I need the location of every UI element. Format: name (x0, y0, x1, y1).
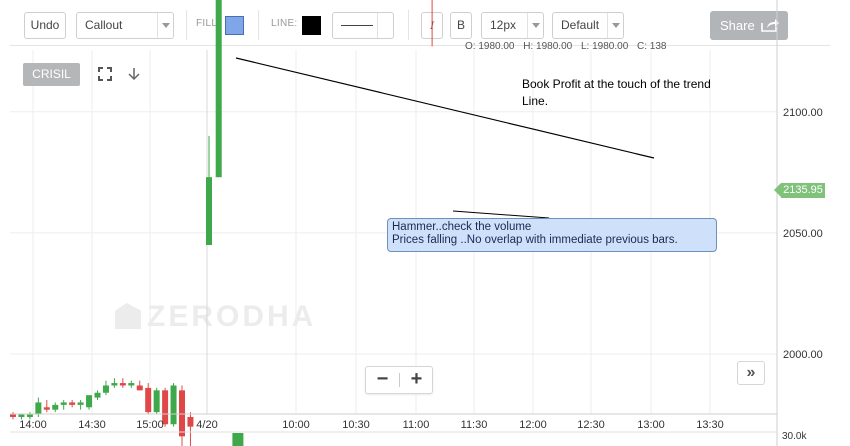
time-tick-label: 15:00 (136, 419, 164, 431)
zoom-control: − + (365, 366, 433, 394)
time-tick-label: 14:00 (19, 419, 47, 431)
price-tick-label: 2100.00 (783, 107, 823, 119)
candle (215, 0, 222, 178)
chart-grid (10, 50, 777, 414)
scroll-forward-button[interactable]: » (737, 361, 765, 385)
candle (170, 385, 177, 425)
candle (10, 414, 16, 417)
trend-note-line2: Line. (522, 94, 549, 108)
candle (153, 390, 160, 413)
candle (102, 385, 109, 393)
trend-note[interactable]: Book Profit at the touch of the trend Li… (522, 76, 711, 110)
callout-line1: Hammer..check the volume (392, 221, 532, 233)
candle (52, 404, 59, 410)
volume-bar (232, 433, 244, 446)
candle (119, 383, 126, 386)
time-tick-label: 13:00 (637, 419, 665, 431)
time-tick-label: 12:00 (519, 419, 547, 431)
callout-line2: Prices falling ..No overlap with immedia… (392, 234, 678, 246)
time-tick-label: 12:30 (577, 419, 605, 431)
callout-pointer (452, 210, 550, 219)
volume-axis-label: 30.0k (782, 431, 807, 442)
candle (206, 177, 212, 246)
time-tick-label: 10:00 (282, 419, 310, 431)
candle (43, 407, 50, 410)
candle (86, 395, 93, 408)
time-tick-label: 10:30 (342, 419, 370, 431)
fullscreen-icon[interactable] (97, 66, 113, 82)
candle (60, 402, 67, 405)
candle (35, 402, 42, 415)
time-tick-label: 14:30 (78, 419, 106, 431)
candle (111, 383, 118, 386)
last-price-tag: 2135.95 (774, 183, 825, 198)
candle (187, 416, 194, 427)
candle (136, 385, 143, 391)
price-tick-label: 2000.00 (783, 349, 823, 361)
time-tick-label: 11:30 (461, 419, 488, 431)
zoom-out-button[interactable]: − (366, 367, 399, 393)
arrow-down-icon[interactable] (126, 66, 142, 82)
candle (145, 387, 152, 413)
time-tick-label: 11:00 (403, 419, 430, 431)
candle (128, 383, 135, 386)
price-tick-label: 2050.00 (783, 228, 823, 240)
candle (69, 402, 76, 405)
candle (26, 414, 33, 417)
zoom-in-button[interactable]: + (400, 367, 433, 393)
candle (179, 390, 185, 437)
symbol-button[interactable]: CRISIL (23, 63, 80, 86)
trend-note-line1: Book Profit at the touch of the trend (522, 77, 711, 91)
time-tick-label: 13:30 (696, 419, 724, 431)
time-tick-label: 4/20 (196, 419, 217, 431)
candle (77, 402, 84, 405)
candle (18, 414, 25, 417)
hammer-callout[interactable]: Hammer..check the volume Prices falling … (387, 218, 717, 252)
candle (94, 392, 101, 398)
